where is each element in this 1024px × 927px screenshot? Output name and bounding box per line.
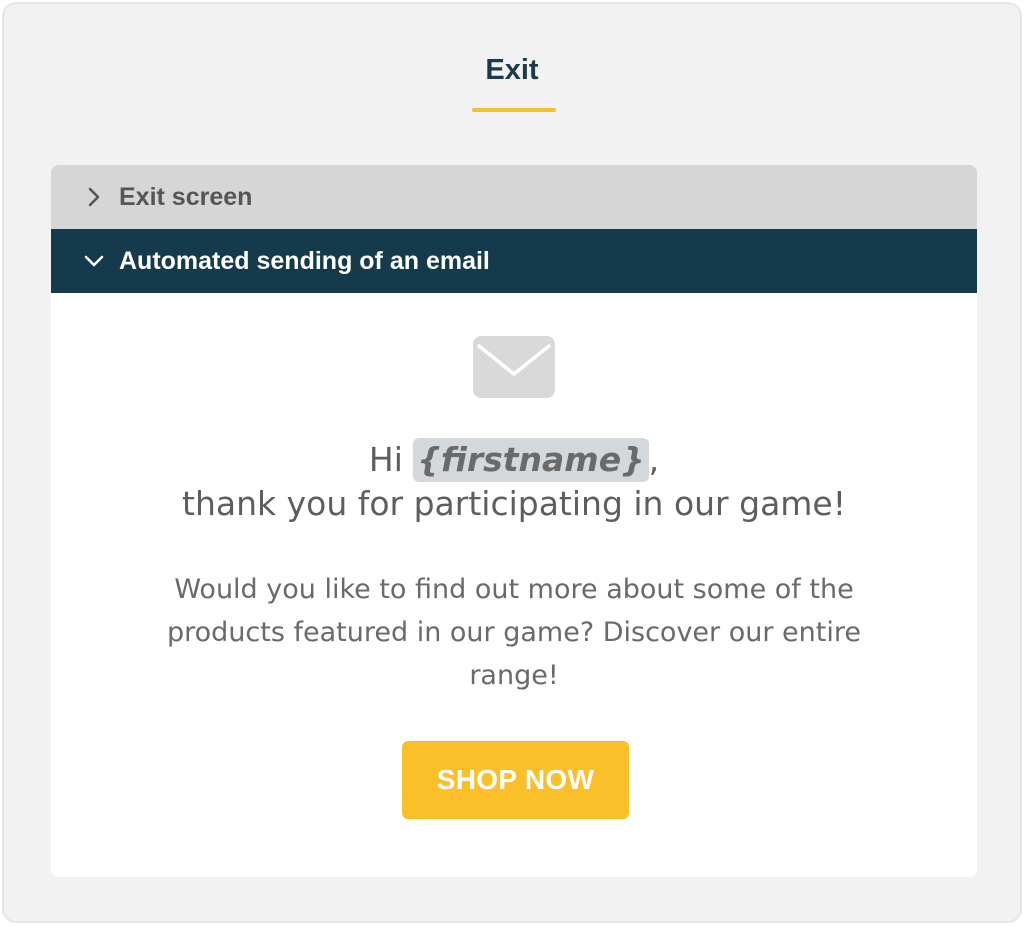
greeting-line2: thank you for participating in our game! bbox=[182, 484, 846, 523]
firstname-variable-chip[interactable]: {firstname} bbox=[413, 438, 649, 482]
accordion-label: Exit screen bbox=[119, 182, 253, 211]
chevron-right-icon bbox=[81, 184, 107, 210]
envelope-icon bbox=[473, 336, 555, 398]
email-greeting: Hi {firstname}, thank you for participat… bbox=[51, 438, 977, 526]
greeting-prefix: Hi bbox=[368, 440, 414, 479]
email-body-text: Would you like to find out more about so… bbox=[167, 574, 861, 691]
email-preview-panel: Hi {firstname}, thank you for participat… bbox=[51, 293, 977, 877]
tab-exit[interactable]: Exit bbox=[4, 54, 1020, 87]
accordion-header-exit-screen[interactable]: Exit screen bbox=[51, 165, 977, 229]
greeting-suffix: , bbox=[648, 440, 660, 479]
accordion-header-automated-email[interactable]: Automated sending of an email bbox=[51, 229, 977, 293]
accordion: Exit screen Automated sending of an emai… bbox=[51, 165, 977, 877]
accordion-label: Automated sending of an email bbox=[119, 246, 490, 275]
shop-now-button[interactable]: SHOP NOW bbox=[402, 741, 629, 819]
active-tab-indicator bbox=[472, 108, 556, 112]
exit-settings-card: Exit Exit screen Automated sending of an… bbox=[2, 2, 1022, 923]
chevron-down-icon bbox=[81, 248, 107, 274]
